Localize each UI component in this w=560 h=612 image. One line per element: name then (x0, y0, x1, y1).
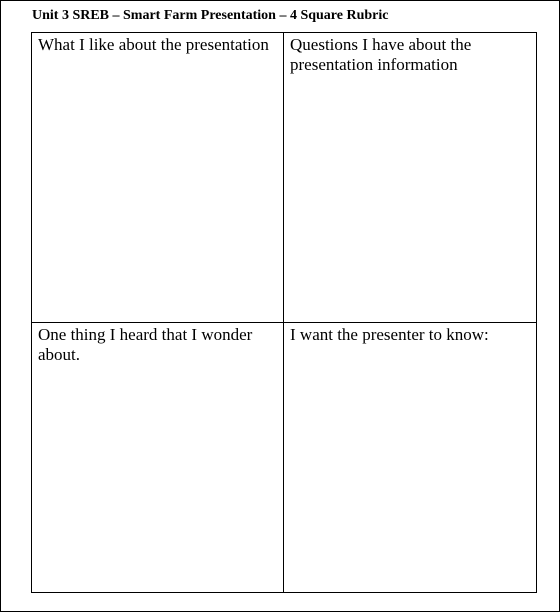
document-title: Unit 3 SREB – Smart Farm Presentation – … (32, 8, 389, 23)
rubric-prompt-questions: Questions I have about the presentation … (290, 35, 472, 74)
rubric-square-wonder: One thing I heard that I wonder about. (31, 322, 284, 593)
rubric-prompt-presenter-note: I want the presenter to know: (290, 325, 489, 344)
four-square-rubric-table: What I like about the presentation Quest… (31, 32, 537, 593)
rubric-square-likes: What I like about the presentation (31, 32, 284, 323)
rubric-square-presenter-note: I want the presenter to know: (283, 322, 537, 593)
rubric-prompt-likes: What I like about the presentation (38, 35, 269, 54)
rubric-prompt-wonder: One thing I heard that I wonder about. (38, 325, 253, 364)
rubric-row-top: What I like about the presentation Quest… (31, 32, 537, 323)
rubric-square-questions: Questions I have about the presentation … (283, 32, 537, 323)
rubric-row-bottom: One thing I heard that I wonder about. I… (31, 322, 537, 593)
